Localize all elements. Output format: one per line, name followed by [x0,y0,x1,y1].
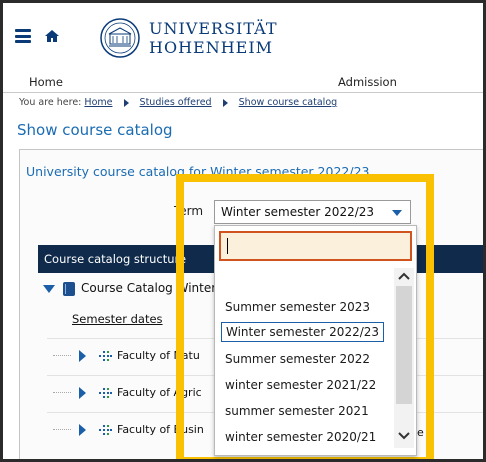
dropdown-option[interactable]: winter semester 2021/22 [225,378,376,392]
breadcrumb: You are here: Home Studies offered Show … [19,97,337,108]
dropdown-option-selected[interactable]: Winter semester 2022/23 [221,322,385,342]
home-icon[interactable] [43,27,61,45]
breadcrumb-course-catalog[interactable]: Show course catalog [239,97,338,108]
university-logo-text[interactable]: UNIVERSITÄT HOHENHEIM [149,19,278,57]
breadcrumb-studies-offered[interactable]: Studies offered [140,97,212,108]
semester-dates-link[interactable]: Semester dates [72,312,163,326]
main-nav: Home Admission [3,71,483,93]
expand-triangle-icon[interactable] [43,284,55,293]
faculty-grid-icon [99,388,112,398]
dropdown-scrollbar[interactable] [394,268,414,448]
logo-line-1: UNIVERSITÄT [149,19,278,38]
book-icon [63,281,75,296]
scroll-down-icon[interactable] [398,431,410,441]
dropdown-search-input[interactable] [219,231,412,261]
dropdown-option[interactable]: Summer semester 2022 [225,352,370,366]
breadcrumb-home[interactable]: Home [84,97,112,108]
nav-home-link[interactable]: Home [29,75,63,89]
tree-connector [53,392,71,393]
dropdown-option[interactable]: summer semester 2021 [225,404,369,418]
page-title: Show course catalog [17,121,173,139]
tree-connector [53,429,71,430]
hamburger-menu-icon[interactable] [15,29,31,43]
faculty-grid-icon [99,351,112,361]
site-header: UNIVERSITÄT HOHENHEIM [3,3,483,71]
browser-frame: UNIVERSITÄT HOHENHEIM Home Admission You… [0,0,486,462]
scroll-up-icon[interactable] [398,271,410,281]
breadcrumb-prefix: You are here: [19,97,82,108]
text-cursor [227,238,228,254]
expand-arrow-icon[interactable] [79,350,86,362]
university-seal-icon[interactable] [99,17,141,59]
term-dropdown-list[interactable]: Summer semester 2023 Winter semester 202… [214,225,417,456]
expand-arrow-icon[interactable] [79,387,86,399]
breadcrumb-arrow-icon [123,98,129,107]
tree-connector [53,355,71,356]
dropdown-option[interactable]: Summer semester 2023 [225,300,370,314]
breadcrumb-arrow-icon [222,98,228,107]
faculty-grid-icon [99,425,112,435]
nav-admission-link[interactable]: Admission [338,75,397,89]
logo-line-2: HOHENHEIM [149,38,274,57]
expand-arrow-icon[interactable] [79,424,86,436]
scrollbar-thumb[interactable] [396,286,412,404]
dropdown-option[interactable]: winter semester 2020/21 [225,430,376,444]
